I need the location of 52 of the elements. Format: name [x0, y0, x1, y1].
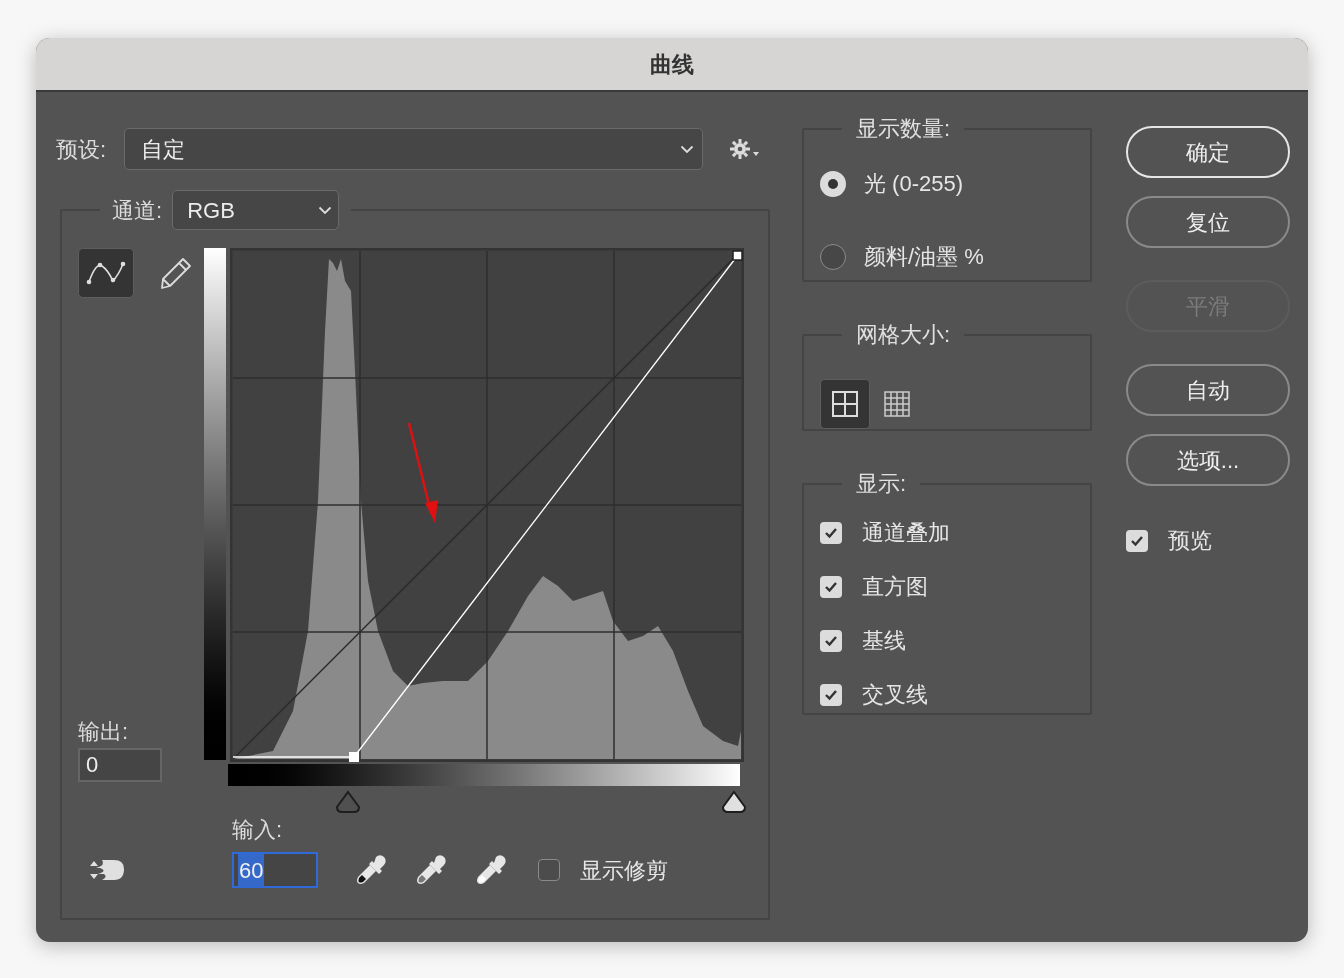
preview-checkbox[interactable]	[1126, 529, 1148, 552]
show-clipping-checkbox[interactable]	[538, 859, 560, 881]
check-icon	[824, 635, 838, 647]
show-clipping-label: 显示修剪	[580, 856, 668, 885]
curve-tool-button[interactable]	[78, 248, 134, 298]
settings-icon[interactable]	[729, 137, 761, 161]
checkbox[interactable]	[820, 630, 842, 652]
simple-grid-button[interactable]	[820, 379, 870, 429]
preset-label: 预设:	[56, 135, 108, 164]
radio-label: 颜料/油墨 %	[864, 243, 984, 271]
checkbox[interactable]	[820, 576, 842, 598]
eyedropper-icon[interactable]	[414, 853, 448, 887]
dialog-button[interactable]: 复位	[1126, 196, 1290, 248]
slider-handle[interactable]	[721, 790, 747, 814]
radio-button[interactable]	[820, 243, 846, 270]
input-label: 输入:	[232, 816, 284, 844]
eyedropper-icon[interactable]	[474, 853, 508, 887]
group-title: 显示:	[856, 471, 907, 496]
caret-icon	[318, 205, 333, 215]
group-title: 网格大小:	[856, 322, 951, 347]
check-icon	[824, 581, 838, 593]
curve-icon	[86, 260, 126, 286]
channel-label: 通道:	[112, 196, 163, 225]
radio-button[interactable]	[820, 170, 846, 197]
window-title: 曲线	[650, 50, 694, 79]
pencil-icon	[159, 256, 193, 290]
group-title: 显示数量:	[856, 116, 951, 141]
checkbox[interactable]	[820, 684, 842, 706]
channel-dropdown[interactable]: RGB	[172, 190, 340, 230]
dialog-button[interactable]: 选项...	[1126, 434, 1290, 486]
check-icon	[824, 527, 838, 539]
caret-icon	[680, 144, 694, 154]
slider-handle[interactable]	[335, 790, 361, 814]
fine-grid-icon	[884, 391, 910, 417]
preset-dropdown[interactable]: 自定	[124, 128, 703, 170]
checkbox-label: 基线	[862, 628, 906, 654]
dialog-button[interactable]: 自动	[1126, 364, 1290, 416]
checkbox-label: 通道叠加	[862, 520, 950, 546]
grid-icon	[832, 391, 858, 417]
control-point[interactable]	[732, 250, 743, 261]
preview-label: 预览	[1168, 527, 1212, 555]
check-icon	[1130, 534, 1144, 547]
check-icon	[824, 689, 838, 701]
output-label: 输出:	[78, 718, 130, 746]
checkbox-label: 直方图	[862, 574, 928, 600]
checkbox[interactable]	[820, 522, 842, 544]
checkbox-label: 交叉线	[862, 682, 928, 708]
eyedropper-icon[interactable]	[354, 853, 388, 887]
input-field[interactable]: 60	[232, 852, 318, 888]
radio-label: 光 (0-255)	[864, 170, 964, 198]
output-field[interactable]: 0	[78, 748, 162, 782]
dialog-button[interactable]: 确定	[1126, 126, 1290, 178]
